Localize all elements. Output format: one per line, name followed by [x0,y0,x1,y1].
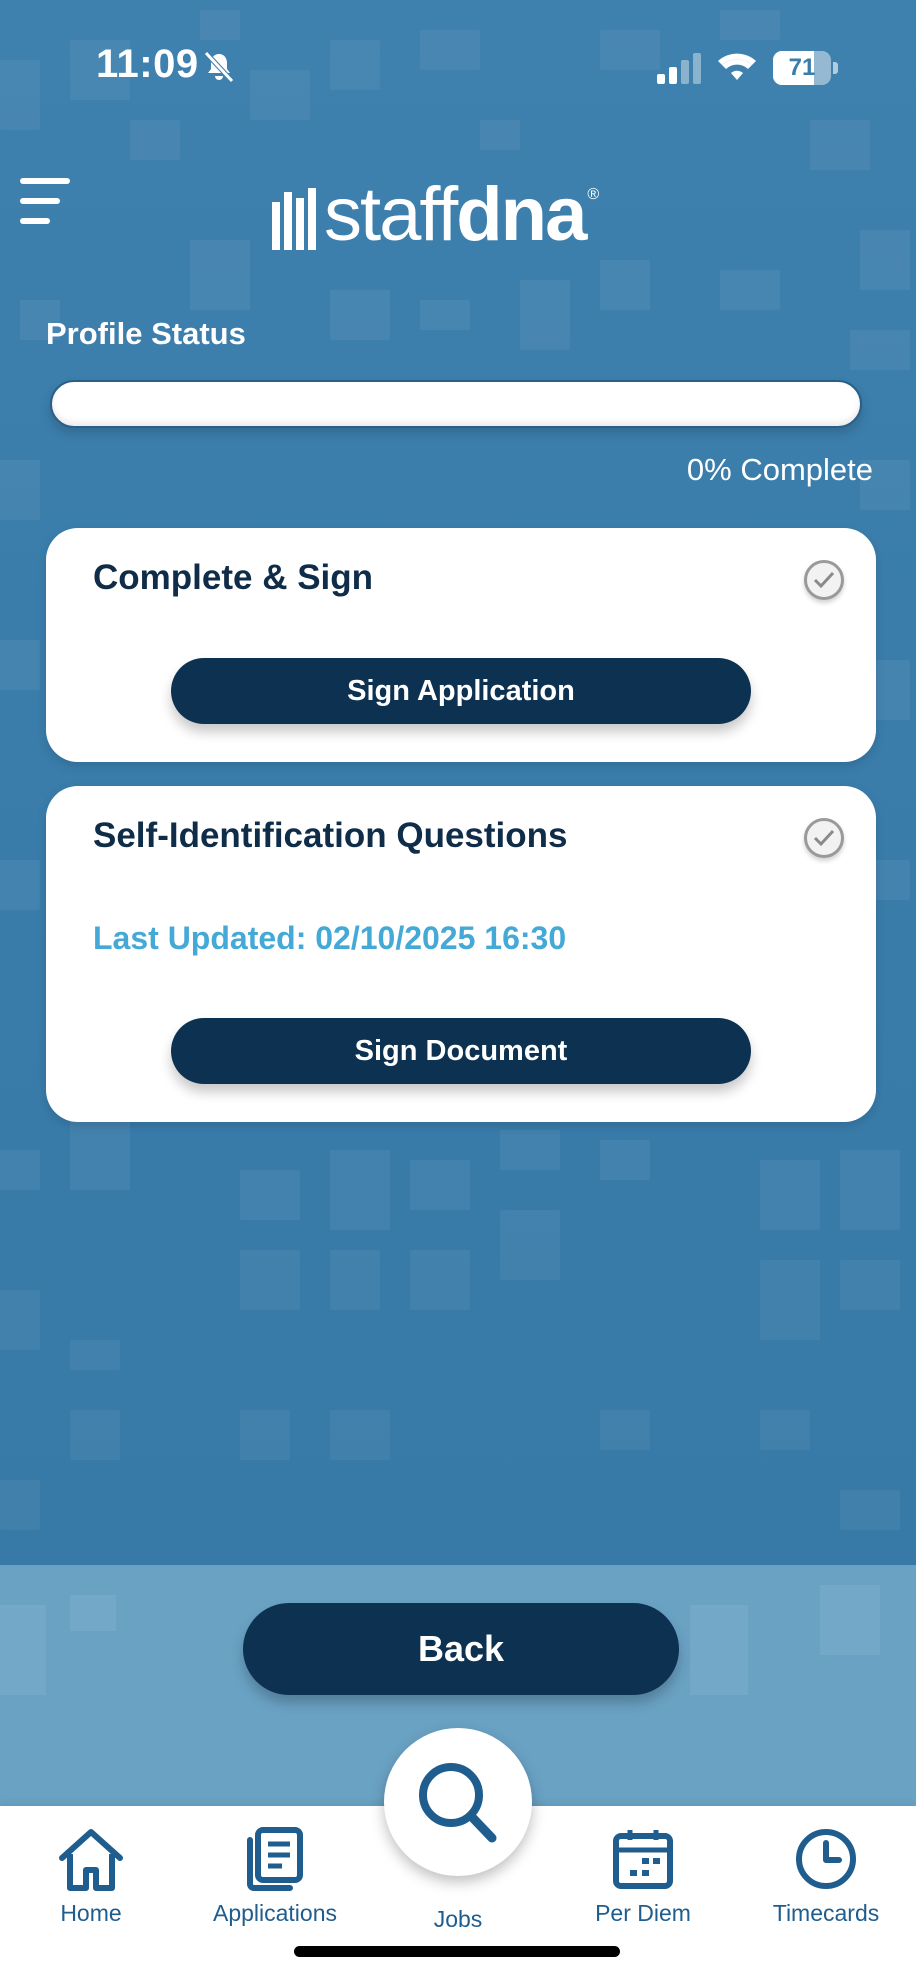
background-tile [0,860,40,910]
complete-sign-card: Complete & Sign Sign Application [46,528,876,762]
back-button[interactable]: Back [243,1603,679,1695]
status-time: 11:09 [96,42,199,86]
background-tile [860,230,910,290]
background-tile [330,1150,390,1230]
profile-status-label: Profile Status [46,316,246,351]
logo-text-light: staff [324,172,458,257]
tab-home[interactable]: Home [1,1826,181,1927]
status-bar: 11:09 71 [0,0,916,130]
progress-percent-text: 0% Complete [686,452,873,487]
tab-per-diem-label: Per Diem [595,1900,691,1926]
background-tile [720,270,780,310]
background-tile [0,640,40,690]
search-icon [419,1763,497,1843]
background-tile [760,1260,820,1340]
last-updated-text: Last Updated: 02/10/2025 16:30 [93,920,567,956]
background-tile [190,240,250,310]
home-indicator [294,1946,620,1957]
home-icon [59,1829,123,1891]
background-tile [410,1250,470,1310]
background-tile [0,1290,40,1350]
logo-bars-icon [272,188,316,250]
background-tile [850,330,910,370]
tab-timecards[interactable]: Timecards [736,1826,916,1927]
background-tile [600,1140,650,1180]
background-tile [330,1250,380,1310]
cellular-signal-icon [657,53,701,84]
calendar-icon [613,1830,673,1889]
tab-jobs[interactable] [384,1728,532,1876]
wifi-icon [718,53,756,80]
tab-home-label: Home [60,1900,122,1926]
battery-percent: 71 [788,54,816,81]
background-tile [500,1210,560,1280]
tab-per-diem[interactable]: Per Diem [553,1826,733,1927]
background-tile [330,1410,390,1460]
staffdna-logo: staffdna ® [272,170,600,253]
tab-jobs-label: Jobs [433,1906,483,1932]
background-tile [0,460,40,520]
card-title: Self-Identification Questions [93,816,568,855]
background-tile [420,300,470,330]
status-check-icon [804,560,844,600]
tab-timecards-label: Timecards [772,1900,880,1926]
background-tile [70,1120,130,1190]
background-tile [240,1170,300,1220]
background-tile [840,1490,900,1530]
tab-applications[interactable]: Applications [185,1826,365,1927]
background-tile [600,260,650,310]
logo-registered-mark: ® [587,186,600,203]
tab-applications-label: Applications [212,1900,338,1926]
hamburger-menu-button[interactable] [18,178,74,230]
background-tile [70,1410,120,1460]
self-identification-card: Self-Identification Questions Last Updat… [46,786,876,1122]
background-tile [70,1340,120,1370]
background-tile [240,1410,290,1460]
clock-icon [796,1829,856,1889]
background-tile [600,1410,650,1450]
background-tile [330,290,390,340]
profile-progress-bar [50,380,862,428]
background-tile [840,1150,900,1230]
background-tile [520,280,570,350]
background-tile [500,1130,560,1170]
card-title: Complete & Sign [93,558,374,597]
background-tile [0,1150,40,1190]
background-tile [240,1250,300,1310]
background-tile [760,1410,810,1450]
battery-icon: 71 [773,51,839,85]
status-check-icon [804,818,844,858]
background-tile [840,1260,900,1310]
background-tile [0,1480,40,1530]
sign-application-button[interactable]: Sign Application [171,658,751,724]
logo-text-bold: dna [456,172,587,257]
bell-muted-icon [204,51,234,83]
background-tile [410,1160,470,1210]
sign-document-button[interactable]: Sign Document [171,1018,751,1084]
background-tile [760,1160,820,1230]
document-list-icon [247,1827,303,1891]
